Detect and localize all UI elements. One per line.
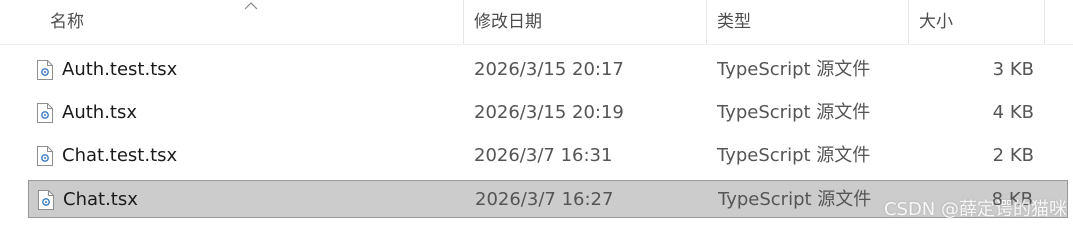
file-type: TypeScript 源文件 [717, 59, 871, 80]
column-header-type-label: 类型 [717, 12, 751, 32]
file-size: 3 KB [992, 59, 1034, 80]
sort-ascending-icon [244, 2, 258, 10]
file-type: TypeScript 源文件 [717, 145, 871, 166]
tsx-file-icon [38, 190, 54, 210]
column-header-modified[interactable]: 修改日期 [464, 0, 707, 44]
column-header-size[interactable]: 大小 [909, 0, 1045, 44]
file-row[interactable]: Auth.test.tsx 2026/3/15 20:17 TypeScript… [28, 51, 1068, 89]
tsx-file-icon [37, 60, 53, 80]
csdn-watermark: CSDN @薛定谔的猫咪 [883, 199, 1067, 220]
file-size: 4 KB [992, 102, 1034, 123]
file-modified: 2026/3/15 20:19 [474, 102, 624, 123]
file-type: TypeScript 源文件 [717, 102, 871, 123]
column-header-bar: 名称 修改日期 类型 大小 [0, 0, 1073, 45]
file-name: Chat.test.tsx [62, 145, 178, 166]
file-name: Auth.test.tsx [62, 59, 178, 80]
file-modified: 2026/3/7 16:27 [475, 189, 614, 210]
column-header-modified-label: 修改日期 [474, 12, 542, 32]
file-type: TypeScript 源文件 [718, 189, 872, 210]
file-row[interactable]: Auth.tsx 2026/3/15 20:19 TypeScript 源文件 … [28, 94, 1068, 132]
file-name: Auth.tsx [62, 102, 137, 123]
column-header-name-label: 名称 [50, 12, 84, 32]
file-name: Chat.tsx [63, 189, 138, 210]
column-header-type[interactable]: 类型 [707, 0, 909, 44]
column-header-size-label: 大小 [919, 12, 953, 32]
file-row[interactable]: Chat.test.tsx 2026/3/7 16:31 TypeScript … [28, 137, 1068, 175]
tsx-file-icon [37, 146, 53, 166]
tsx-file-icon [37, 103, 53, 123]
file-modified: 2026/3/15 20:17 [474, 59, 624, 80]
file-size: 2 KB [992, 145, 1034, 166]
file-modified: 2026/3/7 16:31 [474, 145, 613, 166]
